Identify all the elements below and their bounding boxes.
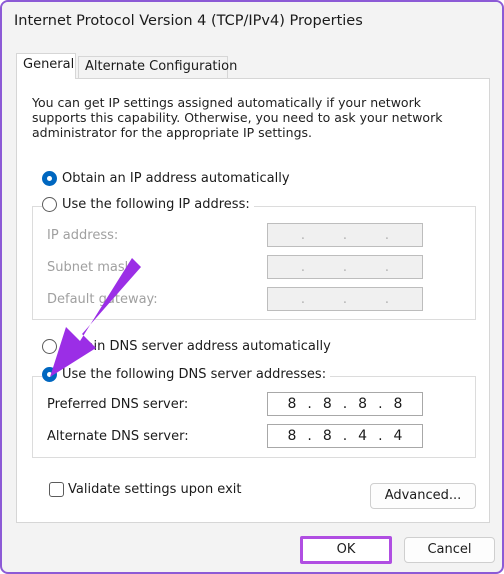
cancel-button[interactable]: Cancel: [404, 537, 495, 563]
octet-separator: .: [342, 259, 348, 275]
octet-separator: .: [342, 428, 348, 444]
octet-separator: .: [378, 428, 383, 444]
title-bar[interactable]: Internet Protocol Version 4 (TCP/IPv4) P…: [2, 2, 502, 46]
validate-checkbox[interactable]: [49, 482, 64, 497]
window-title: Internet Protocol Version 4 (TCP/IPv4) P…: [14, 13, 363, 29]
octet-separator: .: [307, 396, 312, 412]
arrow-shape: [50, 258, 141, 377]
radio-ip-auto[interactable]: [42, 171, 57, 186]
default-gateway-field[interactable]: . . .: [267, 287, 423, 311]
radio-row-ip-manual[interactable]: Use the following IP address:: [42, 197, 254, 212]
dialog-window: Internet Protocol Version 4 (TCP/IPv4) P…: [0, 0, 504, 574]
octet-separator: .: [307, 428, 312, 444]
preferred-dns-label: Preferred DNS server:: [47, 397, 189, 412]
alternate-dns-label: Alternate DNS server:: [47, 429, 189, 444]
octet-separator: .: [300, 259, 306, 275]
advanced-button[interactable]: Advanced...: [370, 483, 476, 509]
radio-row-ip-auto[interactable]: Obtain an IP address automatically: [42, 171, 290, 186]
octet: 8: [358, 396, 368, 412]
octet: 8: [393, 396, 403, 412]
octet: 8: [322, 396, 332, 412]
octet: 4: [358, 428, 368, 444]
subnet-mask-field[interactable]: . . .: [267, 255, 423, 279]
octet-separator: .: [342, 227, 348, 243]
ip-address-field[interactable]: . . .: [267, 223, 423, 247]
octet: 8: [287, 396, 297, 412]
octet: 8: [322, 428, 332, 444]
octet-separator: .: [384, 227, 390, 243]
octet: 8: [287, 428, 297, 444]
octet-separator: .: [300, 291, 306, 307]
radio-ip-auto-label: Obtain an IP address automatically: [62, 171, 290, 186]
info-text: You can get IP settings assigned automat…: [32, 95, 443, 140]
octet-separator: .: [342, 396, 348, 412]
tab-strip: General Alternate Configuration: [16, 53, 488, 79]
ok-button[interactable]: OK: [300, 536, 392, 564]
validate-label: Validate settings upon exit: [68, 482, 242, 497]
octet: 4: [393, 428, 403, 444]
arrow-pointer-icon: [50, 258, 141, 377]
ip-address-label: IP address:: [47, 228, 119, 243]
tab-general[interactable]: General: [16, 53, 76, 79]
octet-separator: .: [384, 291, 390, 307]
preferred-dns-field[interactable]: 8 . 8 . 8 . 8: [267, 392, 423, 416]
radio-ip-manual-label: Use the following IP address:: [62, 197, 250, 212]
octet-separator: .: [378, 396, 383, 412]
tab-alternate-configuration[interactable]: Alternate Configuration: [78, 56, 237, 78]
alternate-dns-field[interactable]: 8 . 8 . 4 . 4: [267, 424, 423, 448]
octet-separator: .: [300, 227, 306, 243]
radio-ip-manual[interactable]: [42, 197, 57, 212]
octet-separator: .: [342, 291, 348, 307]
octet-separator: .: [384, 259, 390, 275]
